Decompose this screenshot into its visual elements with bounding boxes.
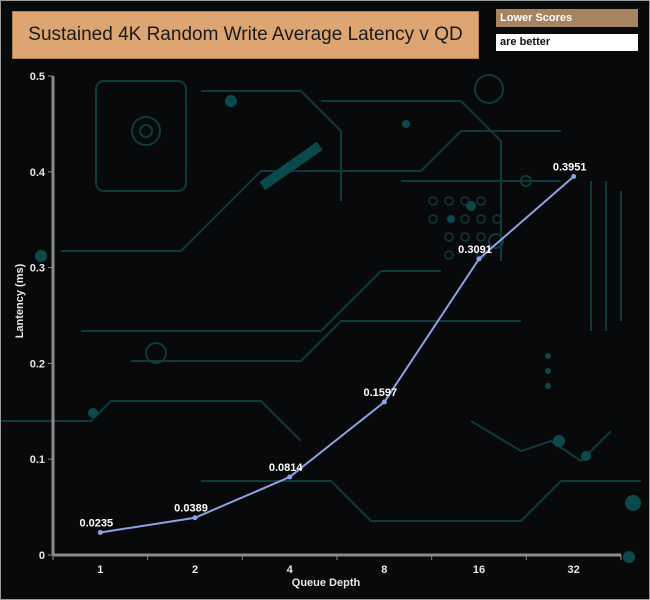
chart-frame: Sustained 4K Random Write Average Latenc… [0,0,650,600]
y-axis-label-box: Lantency (ms) [5,264,35,339]
y-tick-label: 0.5 [30,71,45,83]
data-label: 0.1597 [364,387,398,399]
y-tick-label: 0.1 [30,454,45,466]
x-tick-label: 4 [287,564,294,576]
data-point [287,474,293,480]
data-point [192,515,198,521]
data-point [97,529,103,535]
data-label: 0.3091 [458,244,492,256]
data-point [381,399,387,405]
y-axis-label: Lantency (ms) [14,263,26,339]
x-tick-label: 32 [568,564,580,576]
x-tick-label: 1 [97,564,103,576]
y-tick-label: 0.2 [30,358,45,370]
data-label: 0.0235 [80,517,114,529]
data-label: 0.3951 [553,161,587,173]
y-tick-label: 0 [39,550,45,562]
y-tick-label: 0.3 [30,263,45,275]
y-tick-label: 0.4 [30,167,46,179]
data-label: 0.0814 [269,462,304,474]
series-line [100,175,575,534]
x-axis-label: Queue Depth [291,577,361,589]
chart-plot: 0 0.1 0.2 0.3 0.4 0.5 1 2 4 8 16 32 0.0235 0.0389 0.08… [30,71,622,576]
x-tick-label: 2 [192,564,198,576]
x-tick-label: 16 [473,564,485,576]
data-point [571,173,577,179]
data-label: 0.0389 [174,503,208,515]
data-point [476,256,482,262]
x-tick-label: 8 [381,564,387,576]
